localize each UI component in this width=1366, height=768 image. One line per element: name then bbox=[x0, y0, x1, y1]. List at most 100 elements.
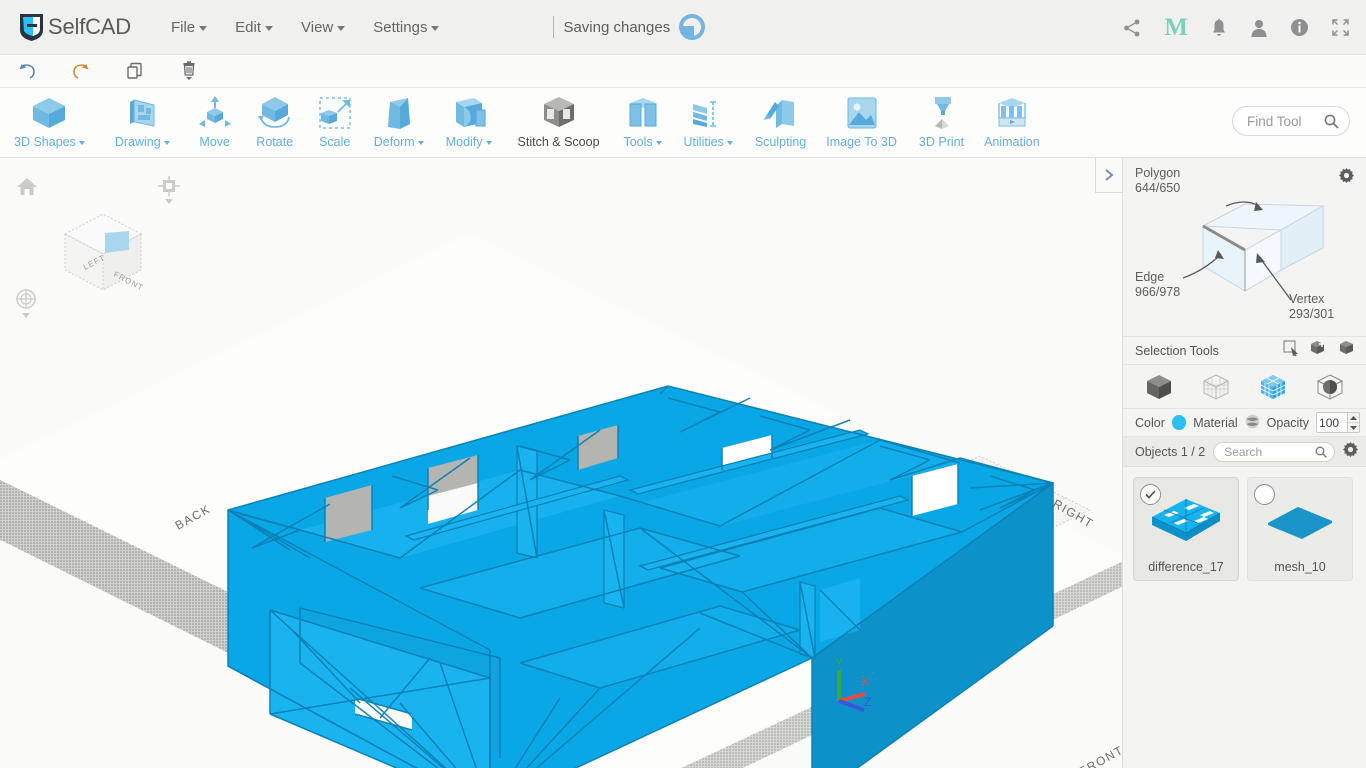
mesh-statistics: Polygon 644/650 Edge 966/978 Vertex 293/… bbox=[1123, 158, 1366, 337]
saving-status-label: Saving changes bbox=[563, 18, 671, 36]
object-card-difference-17[interactable]: difference_17 bbox=[1133, 477, 1239, 581]
chevron-down-icon bbox=[431, 26, 440, 31]
selection-mode-face[interactable] bbox=[1256, 373, 1290, 401]
m-logo-glyph: M bbox=[1164, 14, 1188, 41]
chevron-down-icon bbox=[199, 26, 208, 31]
tool-label: Tools bbox=[623, 135, 662, 149]
add-selection-icon[interactable] bbox=[1310, 340, 1328, 361]
brand-logo[interactable]: SelfCAD bbox=[18, 12, 131, 42]
menu-edit[interactable]: Edit bbox=[221, 13, 287, 42]
camera-perspective-button[interactable] bbox=[14, 288, 38, 325]
material-sphere-icon[interactable] bbox=[1245, 414, 1260, 432]
selection-mode-object[interactable] bbox=[1142, 373, 1176, 401]
tool-modify[interactable]: Modify bbox=[446, 88, 492, 149]
tool-drawing[interactable]: Drawing bbox=[115, 88, 170, 149]
panel-settings-gear-icon[interactable] bbox=[1339, 168, 1354, 188]
stat-polygon: Polygon 644/650 bbox=[1135, 166, 1180, 196]
tool-label: Image To 3D bbox=[826, 135, 897, 149]
opacity-increment[interactable] bbox=[1348, 413, 1359, 423]
menu-view-label: View bbox=[301, 18, 334, 36]
delete-button[interactable] bbox=[162, 61, 216, 81]
tool-scale[interactable]: Scale bbox=[314, 88, 356, 149]
main-menu: File Edit View Settings bbox=[157, 13, 453, 42]
menu-file[interactable]: File bbox=[157, 13, 221, 42]
quick-action-bar bbox=[0, 55, 1366, 88]
fullscreen-icon[interactable] bbox=[1331, 18, 1350, 37]
rotate-icon bbox=[254, 94, 296, 132]
selection-mode-edge[interactable] bbox=[1313, 373, 1347, 401]
tool-animation[interactable]: Animation bbox=[984, 88, 1040, 149]
tool-label: 3D Shapes bbox=[14, 135, 85, 149]
m-logo-icon[interactable]: M bbox=[1164, 15, 1188, 40]
selection-mode-vertex[interactable] bbox=[1199, 373, 1233, 401]
panel-collapse-toggle[interactable] bbox=[1095, 158, 1122, 193]
opacity-label: Opacity bbox=[1266, 415, 1310, 430]
tool-3d-print[interactable]: 3D Print bbox=[919, 88, 964, 149]
opacity-stepper[interactable] bbox=[1316, 412, 1360, 433]
axis-label-z: Z bbox=[864, 695, 871, 709]
info-icon[interactable] bbox=[1290, 18, 1309, 37]
opacity-decrement[interactable] bbox=[1348, 423, 1359, 432]
stitch-scoop-icon bbox=[538, 94, 580, 132]
object-card-mesh-10[interactable]: mesh_10 bbox=[1247, 477, 1353, 581]
menu-settings[interactable]: Settings bbox=[359, 13, 453, 42]
objects-search-input[interactable]: Search bbox=[1213, 441, 1335, 462]
search-icon bbox=[1315, 446, 1327, 458]
3d-print-icon bbox=[921, 94, 963, 132]
tool-label: 3D Print bbox=[918, 135, 965, 149]
redo-button[interactable] bbox=[54, 61, 108, 81]
scale-icon bbox=[314, 94, 356, 132]
color-label: Color bbox=[1135, 415, 1165, 430]
objects-settings-gear-icon[interactable] bbox=[1343, 441, 1358, 462]
menu-file-label: File bbox=[170, 18, 196, 36]
stat-polygon-label: Polygon bbox=[1135, 166, 1181, 180]
tool-tools[interactable]: Tools bbox=[622, 88, 664, 149]
menu-view[interactable]: View bbox=[287, 13, 359, 42]
tool-rotate[interactable]: Rotate bbox=[254, 88, 296, 149]
stat-edge: Edge 966/978 bbox=[1135, 270, 1180, 300]
share-icon[interactable] bbox=[1122, 18, 1142, 38]
selection-tools-header: Selection Tools bbox=[1123, 337, 1366, 365]
user-account-icon[interactable] bbox=[1250, 18, 1268, 38]
object-selected-checkbox[interactable] bbox=[1140, 484, 1161, 505]
animation-icon bbox=[991, 94, 1033, 132]
view-mode-button[interactable] bbox=[158, 176, 180, 211]
objects-count-label: Objects 1 / 2 bbox=[1135, 444, 1206, 459]
tool-label: Sculpting bbox=[754, 135, 807, 149]
opacity-input[interactable] bbox=[1317, 414, 1348, 431]
deform-icon bbox=[378, 94, 420, 132]
rectangle-select-icon[interactable] bbox=[1283, 340, 1300, 361]
home-view-button[interactable] bbox=[16, 176, 38, 201]
app-header: SelfCAD File Edit View Settings Saving c… bbox=[0, 0, 1366, 55]
main-toolbar: 3D Shapes Drawing Move Rotate Scale Defo… bbox=[0, 88, 1366, 158]
color-swatch[interactable] bbox=[1171, 415, 1187, 430]
tool-label: Drawing bbox=[115, 135, 170, 149]
tool-utilities[interactable]: Utilities bbox=[684, 88, 733, 149]
tool-label: Deform bbox=[374, 135, 424, 149]
selection-mode-group bbox=[1123, 365, 1366, 409]
notifications-bell-icon[interactable] bbox=[1210, 18, 1228, 38]
divider bbox=[553, 16, 555, 38]
move-arrows-icon bbox=[194, 94, 236, 132]
objects-search-placeholder: Search bbox=[1224, 444, 1263, 459]
axis-label-y: Y bbox=[835, 656, 843, 670]
tool-move[interactable]: Move bbox=[194, 88, 236, 149]
stat-edge-value: 966/978 bbox=[1135, 285, 1181, 299]
tool-label: Stitch & Scoop bbox=[517, 135, 600, 149]
tool-image-to-3d[interactable]: Image To 3D bbox=[826, 88, 897, 149]
3d-viewport[interactable]: BACK LEFT RIGHT FRONT bbox=[0, 158, 1122, 768]
tool-stitch-and-scoop[interactable]: Stitch & Scoop bbox=[518, 88, 600, 149]
remove-selection-icon[interactable] bbox=[1338, 340, 1356, 361]
view-navigation-cube[interactable]: LEFT FRONT bbox=[55, 206, 150, 298]
tool-sculpting[interactable]: Sculpting bbox=[755, 88, 806, 149]
tool-label: Utilities bbox=[684, 135, 733, 149]
undo-button[interactable] bbox=[0, 61, 54, 81]
tool-label: Modify bbox=[446, 135, 492, 149]
check-icon bbox=[1145, 490, 1156, 499]
tool-3d-shapes[interactable]: 3D Shapes bbox=[14, 88, 85, 149]
copy-button[interactable] bbox=[108, 61, 162, 81]
find-tool-search[interactable]: Find Tool bbox=[1232, 106, 1350, 136]
selection-tools-label: Selection Tools bbox=[1135, 343, 1219, 358]
object-selected-checkbox[interactable] bbox=[1254, 484, 1275, 505]
tool-deform[interactable]: Deform bbox=[374, 88, 424, 149]
